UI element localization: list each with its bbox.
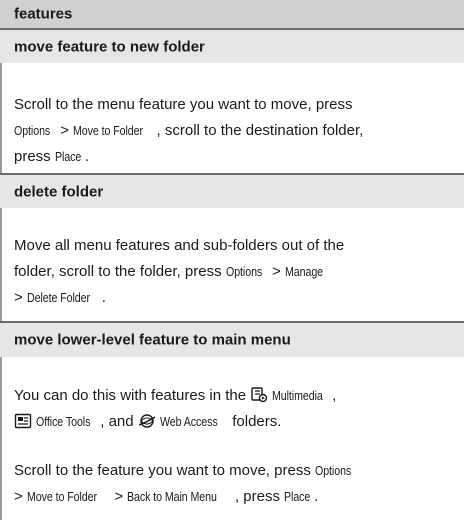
row-rule: [0, 63, 2, 173]
features-table: features move feature to new folder Scro…: [0, 0, 464, 520]
key-move-to-folder: Move to Folder: [26, 489, 97, 504]
row-rule: [0, 208, 2, 321]
paragraph: Options > Move to Folder, scroll to the …: [14, 118, 458, 144]
key-options: Options: [225, 264, 262, 279]
key-delete-folder: Delete Folder: [26, 290, 90, 305]
key-place: Place: [284, 489, 311, 504]
key-web-access: Web Access: [159, 414, 218, 429]
paragraph: > Delete Folder.: [14, 285, 458, 311]
table-title: features: [14, 5, 73, 23]
key-office-tools: Office Tools: [36, 414, 91, 429]
section-heading-move-lower-level: move lower-level feature to main menu: [0, 323, 464, 357]
section-heading-label: delete folder: [14, 183, 104, 200]
paragraph: > Move to Folder > Back to Main Menu, pr…: [14, 484, 458, 510]
key-place: Place: [54, 149, 82, 164]
section-heading-label: move lower-level feature to main menu: [14, 331, 291, 349]
web-access-icon: [138, 412, 156, 428]
key-manage: Manage: [285, 264, 324, 279]
paragraph: Scroll to the menu feature you want to m…: [14, 96, 353, 113]
key-move-to-folder: Move to Folder: [73, 123, 144, 138]
table-title-header: features: [0, 0, 464, 28]
paragraph: You can do this with features in the Mul…: [14, 383, 458, 409]
paragraph: Office Tools, and Web Access folders.: [14, 409, 458, 435]
key-options: Options: [14, 123, 51, 138]
multimedia-icon: [250, 386, 268, 403]
row-rule: [0, 357, 2, 520]
section-heading-move-feature: move feature to new folder: [0, 30, 464, 63]
key-options: Options: [314, 463, 352, 478]
section-heading-label: move feature to new folder: [14, 38, 205, 55]
key-back-to-main-menu: Back to Main Menu: [127, 489, 218, 504]
section-heading-delete-folder: delete folder: [0, 175, 464, 208]
paragraph: press Place.: [14, 144, 458, 170]
office-tools-icon: [14, 412, 32, 429]
paragraph: folder, scroll to the folder, press Opti…: [14, 259, 458, 285]
paragraph: Move all menu features and sub-folders o…: [14, 237, 345, 254]
paragraph: Scroll to the feature you want to move, …: [14, 458, 458, 484]
key-multimedia: Multimedia: [272, 388, 323, 403]
